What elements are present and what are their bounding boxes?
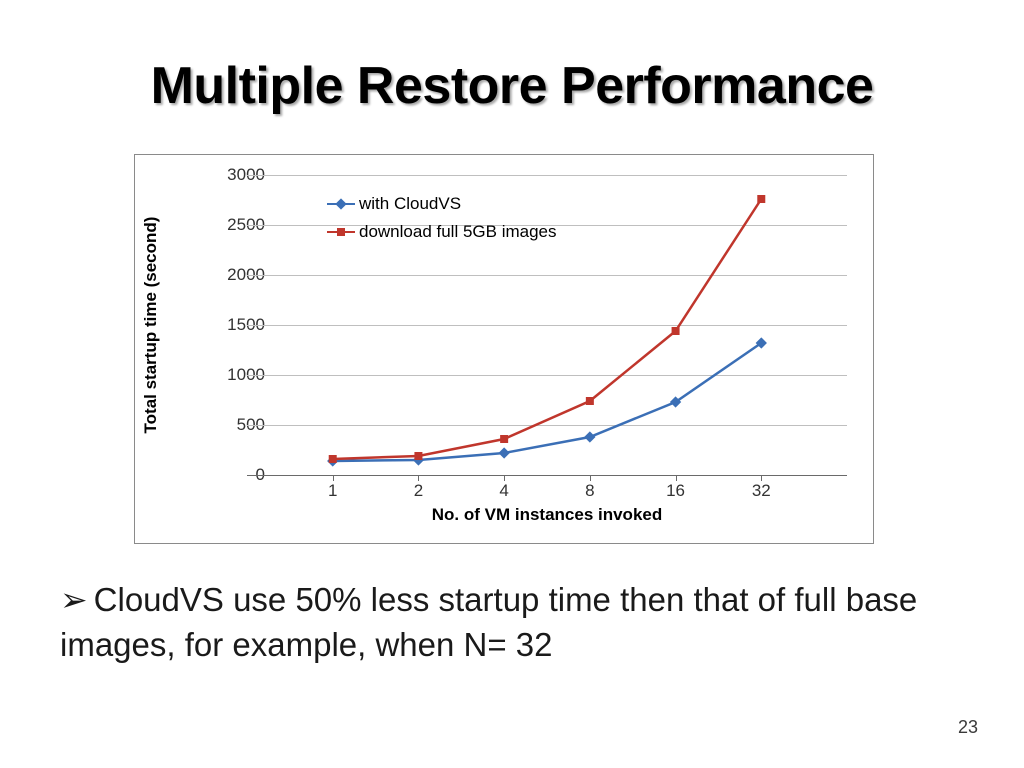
bullet-arrow-icon: ➢ (60, 578, 88, 623)
y-axis-label: Total startup time (second) (141, 108, 161, 325)
square-icon (757, 195, 765, 203)
bullet-item: ➢CloudVS use 50% less startup time then … (60, 578, 940, 667)
series-line (333, 343, 762, 461)
legend-label: with CloudVS (359, 191, 461, 217)
chart-container: Total startup time (second) 050010001500… (134, 154, 874, 544)
slide: Multiple Restore Performance Total start… (0, 0, 1024, 768)
legend-item: with CloudVS (327, 191, 557, 217)
diamond-icon (498, 447, 509, 458)
legend-label: download full 5GB images (359, 219, 557, 245)
page-number: 23 (958, 717, 978, 738)
x-tick-label: 1 (313, 481, 353, 501)
x-tick-label: 16 (656, 481, 696, 501)
legend-swatch (327, 203, 355, 205)
legend: with CloudVS download full 5GB images (327, 191, 557, 247)
x-tick-label: 2 (398, 481, 438, 501)
diamond-icon (584, 431, 595, 442)
x-axis-line (247, 475, 847, 476)
x-tick-label: 8 (570, 481, 610, 501)
page-title: Multiple Restore Performance (0, 56, 1024, 116)
square-icon (672, 327, 680, 335)
bullet-text: CloudVS use 50% less startup time then t… (60, 581, 917, 663)
x-axis-label: No. of VM instances invoked (247, 505, 847, 525)
square-icon (337, 228, 345, 236)
square-icon (329, 455, 337, 463)
x-tick-label: 32 (741, 481, 781, 501)
x-tick-label: 4 (484, 481, 524, 501)
square-icon (500, 435, 508, 443)
legend-swatch (327, 231, 355, 233)
diamond-icon (335, 198, 346, 209)
legend-item: download full 5GB images (327, 219, 557, 245)
square-icon (414, 452, 422, 460)
square-icon (586, 397, 594, 405)
